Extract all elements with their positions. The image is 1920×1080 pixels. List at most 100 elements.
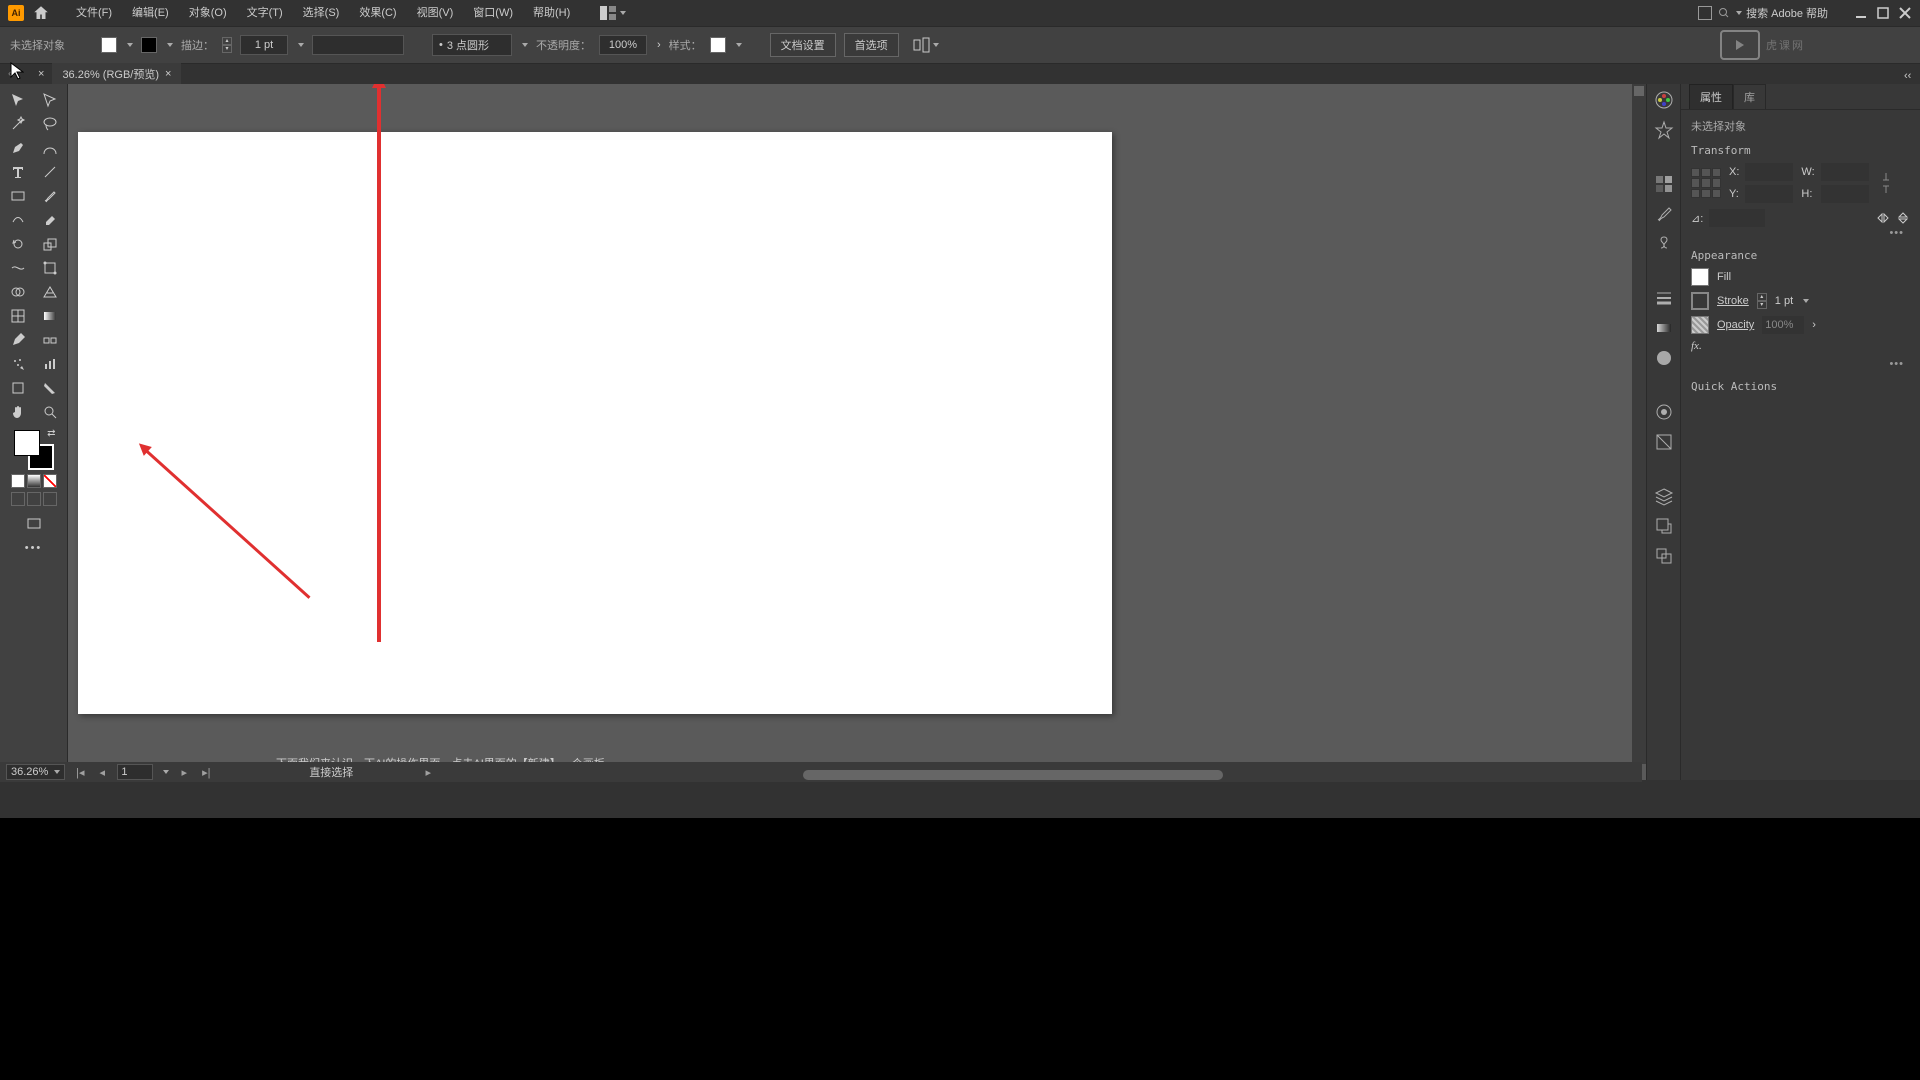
- eraser-tool[interactable]: [34, 208, 66, 232]
- menu-file[interactable]: 文件(F): [66, 0, 122, 26]
- fill-dropdown[interactable]: [127, 43, 133, 47]
- color-mode-gradient[interactable]: [27, 474, 41, 488]
- layers-panel-icon[interactable]: [1654, 486, 1674, 506]
- perspective-tool[interactable]: [34, 280, 66, 304]
- artboards-panel-icon[interactable]: [1654, 546, 1674, 566]
- next-artboard-icon[interactable]: ▸: [177, 765, 191, 779]
- rotate-tool[interactable]: [2, 232, 34, 256]
- status-flyout-icon[interactable]: ▸: [421, 765, 435, 779]
- mesh-tool[interactable]: [2, 304, 34, 328]
- stroke-weight-dropdown[interactable]: [298, 43, 304, 47]
- free-transform-tool[interactable]: [34, 256, 66, 280]
- rectangle-tool[interactable]: [2, 184, 34, 208]
- menu-effect[interactable]: 效果(C): [349, 0, 406, 26]
- h-input[interactable]: [1821, 185, 1869, 203]
- shaper-tool[interactable]: [2, 208, 34, 232]
- shape-builder-tool[interactable]: [2, 280, 34, 304]
- swatches-panel-icon[interactable]: [1654, 174, 1674, 194]
- stroke-stepper[interactable]: ▴▾: [222, 37, 232, 53]
- color-guide-icon[interactable]: [1654, 120, 1674, 140]
- stroke-label-panel[interactable]: Stroke: [1717, 295, 1749, 307]
- menu-help[interactable]: 帮助(H): [523, 0, 580, 26]
- home-icon[interactable]: [32, 4, 50, 22]
- swap-fill-stroke-icon[interactable]: ⇄: [47, 428, 55, 439]
- selection-tool[interactable]: [2, 88, 34, 112]
- artboard-dropdown[interactable]: [163, 770, 169, 774]
- stroke-swatch[interactable]: [141, 37, 157, 53]
- opacity-flyout-panel[interactable]: ›: [1812, 319, 1816, 331]
- vertical-scrollbar[interactable]: [1632, 84, 1646, 764]
- link-wh-icon[interactable]: [1879, 169, 1893, 197]
- width-tool[interactable]: [2, 256, 34, 280]
- artboard-number-input[interactable]: [117, 764, 153, 780]
- appearance-panel-icon[interactable]: [1654, 402, 1674, 422]
- opacity-input[interactable]: [599, 35, 647, 55]
- fill-color[interactable]: [14, 430, 40, 456]
- asset-export-icon[interactable]: [1654, 516, 1674, 536]
- artboard-tool[interactable]: [2, 376, 34, 400]
- menu-object[interactable]: 对象(O): [179, 0, 237, 26]
- screen-mode-toggle[interactable]: [18, 512, 50, 536]
- appearance-more[interactable]: •••: [1691, 358, 1910, 370]
- flip-v-icon[interactable]: [1896, 211, 1910, 225]
- stroke-stepper-panel[interactable]: ▴▾: [1757, 293, 1767, 309]
- arrange-docs-icon[interactable]: [600, 6, 626, 20]
- variable-width-profile[interactable]: [312, 35, 404, 55]
- maximize-icon[interactable]: [1876, 6, 1890, 20]
- fill-stroke-control[interactable]: ⇄: [14, 430, 54, 470]
- draw-inside[interactable]: [43, 492, 57, 506]
- paintbrush-tool[interactable]: [34, 184, 66, 208]
- last-artboard-icon[interactable]: ▸|: [199, 765, 213, 779]
- stroke-panel-icon[interactable]: [1654, 288, 1674, 308]
- artboard[interactable]: 下面我们来认识一下AI的操作界面，点击AI界面的【新建】一个画板， 在界面上方是…: [78, 132, 1112, 714]
- brush-dropdown[interactable]: [522, 43, 528, 47]
- tab-properties[interactable]: 属性: [1689, 84, 1733, 109]
- style-swatch[interactable]: [710, 37, 726, 53]
- line-tool[interactable]: [34, 160, 66, 184]
- eyedropper-tool[interactable]: [2, 328, 34, 352]
- first-artboard-icon[interactable]: |◂: [73, 765, 87, 779]
- search-box[interactable]: 搜索 Adobe 帮助: [1718, 5, 1828, 21]
- menu-window[interactable]: 窗口(W): [463, 0, 523, 26]
- slice-tool[interactable]: [34, 376, 66, 400]
- brush-select[interactable]: •3 点圆形: [432, 34, 512, 56]
- color-mode-none[interactable]: [43, 474, 57, 488]
- preferences-button[interactable]: 首选项: [844, 33, 899, 57]
- style-dropdown[interactable]: [736, 43, 742, 47]
- close-icon[interactable]: [1898, 6, 1912, 20]
- transform-more[interactable]: •••: [1691, 227, 1910, 239]
- fill-swatch-panel[interactable]: [1691, 268, 1709, 286]
- angle-input[interactable]: [1709, 209, 1765, 227]
- tab-close-prev[interactable]: ×: [38, 68, 44, 80]
- flip-h-icon[interactable]: [1876, 211, 1890, 225]
- stroke-dropdown[interactable]: [167, 43, 173, 47]
- zoom-select[interactable]: 36.26%: [6, 764, 65, 780]
- zoom-tool[interactable]: [34, 400, 66, 424]
- w-input[interactable]: [1821, 163, 1869, 181]
- document-tab[interactable]: 36.26% (RGB/预览) ×: [52, 63, 181, 85]
- menu-type[interactable]: 文字(T): [237, 0, 293, 26]
- color-mode-solid[interactable]: [11, 474, 25, 488]
- fill-swatch[interactable]: [101, 37, 117, 53]
- opacity-input-panel[interactable]: [1762, 316, 1804, 334]
- opacity-flyout[interactable]: ›: [657, 39, 661, 51]
- fx-label[interactable]: fx.: [1691, 340, 1702, 352]
- scale-tool[interactable]: [34, 232, 66, 256]
- layout-toggle-icon[interactable]: [1698, 6, 1712, 20]
- blend-tool[interactable]: [34, 328, 66, 352]
- menu-select[interactable]: 选择(S): [293, 0, 350, 26]
- canvas-area[interactable]: 下面我们来认识一下AI的操作界面，点击AI界面的【新建】一个画板， 在界面上方是…: [68, 84, 1646, 780]
- hand-tool[interactable]: [2, 400, 34, 424]
- symbol-sprayer-tool[interactable]: [2, 352, 34, 376]
- vertical-scroll-thumb[interactable]: [1634, 86, 1644, 96]
- magic-wand-tool[interactable]: [2, 112, 34, 136]
- gradient-tool[interactable]: [34, 304, 66, 328]
- graph-tool[interactable]: [34, 352, 66, 376]
- minimize-icon[interactable]: [1854, 6, 1868, 20]
- stroke-weight-input[interactable]: [240, 35, 288, 55]
- stroke-unit-dropdown[interactable]: [1803, 299, 1809, 303]
- tab-library[interactable]: 库: [1733, 84, 1766, 109]
- opacity-swatch-panel[interactable]: [1691, 316, 1709, 334]
- x-input[interactable]: [1745, 163, 1793, 181]
- graphic-styles-icon[interactable]: [1654, 432, 1674, 452]
